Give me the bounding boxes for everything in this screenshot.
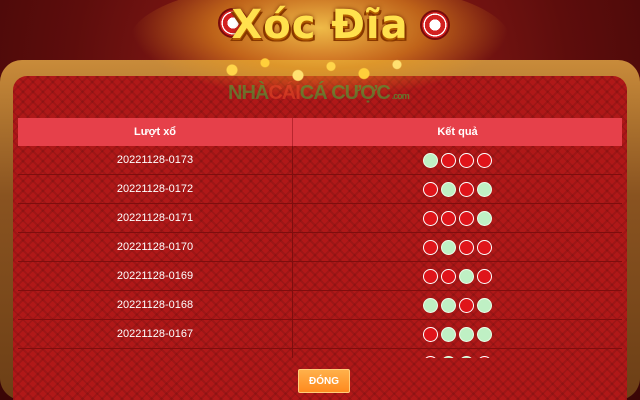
red-disc-icon: [459, 239, 474, 255]
red-disc-icon: [423, 239, 438, 255]
result-cell: [293, 175, 622, 203]
table-row: 20221128-0170: [18, 233, 622, 262]
white-disc-icon: [477, 181, 492, 197]
table-row: 20221128-0166: [18, 349, 622, 358]
table-row: 20221128-0171: [18, 204, 622, 233]
result-cell: [293, 233, 622, 261]
result-cell: [293, 146, 622, 174]
round-id: 20221128-0166: [18, 349, 293, 358]
white-disc-icon: [441, 355, 456, 358]
red-disc-icon: [459, 210, 474, 226]
watermark: NHÀCÁICÁ CƯỢC .com: [228, 82, 410, 104]
round-id: 20221128-0171: [18, 204, 293, 232]
red-disc-icon: [423, 268, 438, 284]
red-disc-icon: [441, 268, 456, 284]
white-disc-icon: [477, 326, 492, 342]
red-disc-icon: [423, 326, 438, 342]
red-disc-icon: [477, 152, 492, 168]
column-header-round: Lượt xổ: [18, 118, 293, 146]
game-logo-title: Xóc Đĩa: [231, 2, 409, 48]
red-disc-icon: [459, 152, 474, 168]
red-disc-icon: [441, 210, 456, 226]
table-row: 20221128-0172: [18, 175, 622, 204]
table-row: 20221128-0169: [18, 262, 622, 291]
table-row: 20221128-0168: [18, 291, 622, 320]
round-id: 20221128-0168: [18, 291, 293, 319]
white-disc-icon: [441, 297, 456, 313]
white-disc-icon: [459, 268, 474, 284]
white-disc-icon: [477, 297, 492, 313]
white-disc-icon: [477, 210, 492, 226]
round-id: 20221128-0169: [18, 262, 293, 290]
red-disc-icon: [459, 181, 474, 197]
white-disc-icon: [423, 297, 438, 313]
results-table[interactable]: Lượt xổ Kết quả 20221128-0173 20221128-01…: [18, 118, 622, 358]
red-disc-icon: [441, 152, 456, 168]
white-disc-icon: [441, 326, 456, 342]
result-cell: [293, 320, 622, 348]
white-disc-icon: [441, 239, 456, 255]
red-disc-icon: [423, 210, 438, 226]
round-id: 20221128-0173: [18, 146, 293, 174]
table-row: 20221128-0167: [18, 320, 622, 349]
red-disc-icon: [477, 268, 492, 284]
red-disc-icon: [423, 181, 438, 197]
white-disc-icon: [459, 355, 474, 358]
table-header: Lượt xổ Kết quả: [18, 118, 622, 146]
table-body: 20221128-0173 20221128-0172 20221128-0171 2…: [18, 146, 622, 358]
red-disc-icon: [477, 355, 492, 358]
table-row: 20221128-0173: [18, 146, 622, 175]
white-disc-icon: [423, 152, 438, 168]
red-disc-icon: [423, 355, 438, 358]
round-id: 20221128-0170: [18, 233, 293, 261]
result-cell: [293, 291, 622, 319]
result-cell: [293, 349, 622, 358]
result-cell: [293, 204, 622, 232]
white-disc-icon: [459, 326, 474, 342]
round-id: 20221128-0167: [18, 320, 293, 348]
red-disc-icon: [459, 297, 474, 313]
column-header-result: Kết quả: [437, 126, 478, 138]
white-disc-icon: [441, 181, 456, 197]
round-id: 20221128-0172: [18, 175, 293, 203]
red-disc-icon: [477, 239, 492, 255]
close-button[interactable]: ĐÓNG: [298, 369, 350, 393]
result-cell: [293, 262, 622, 290]
